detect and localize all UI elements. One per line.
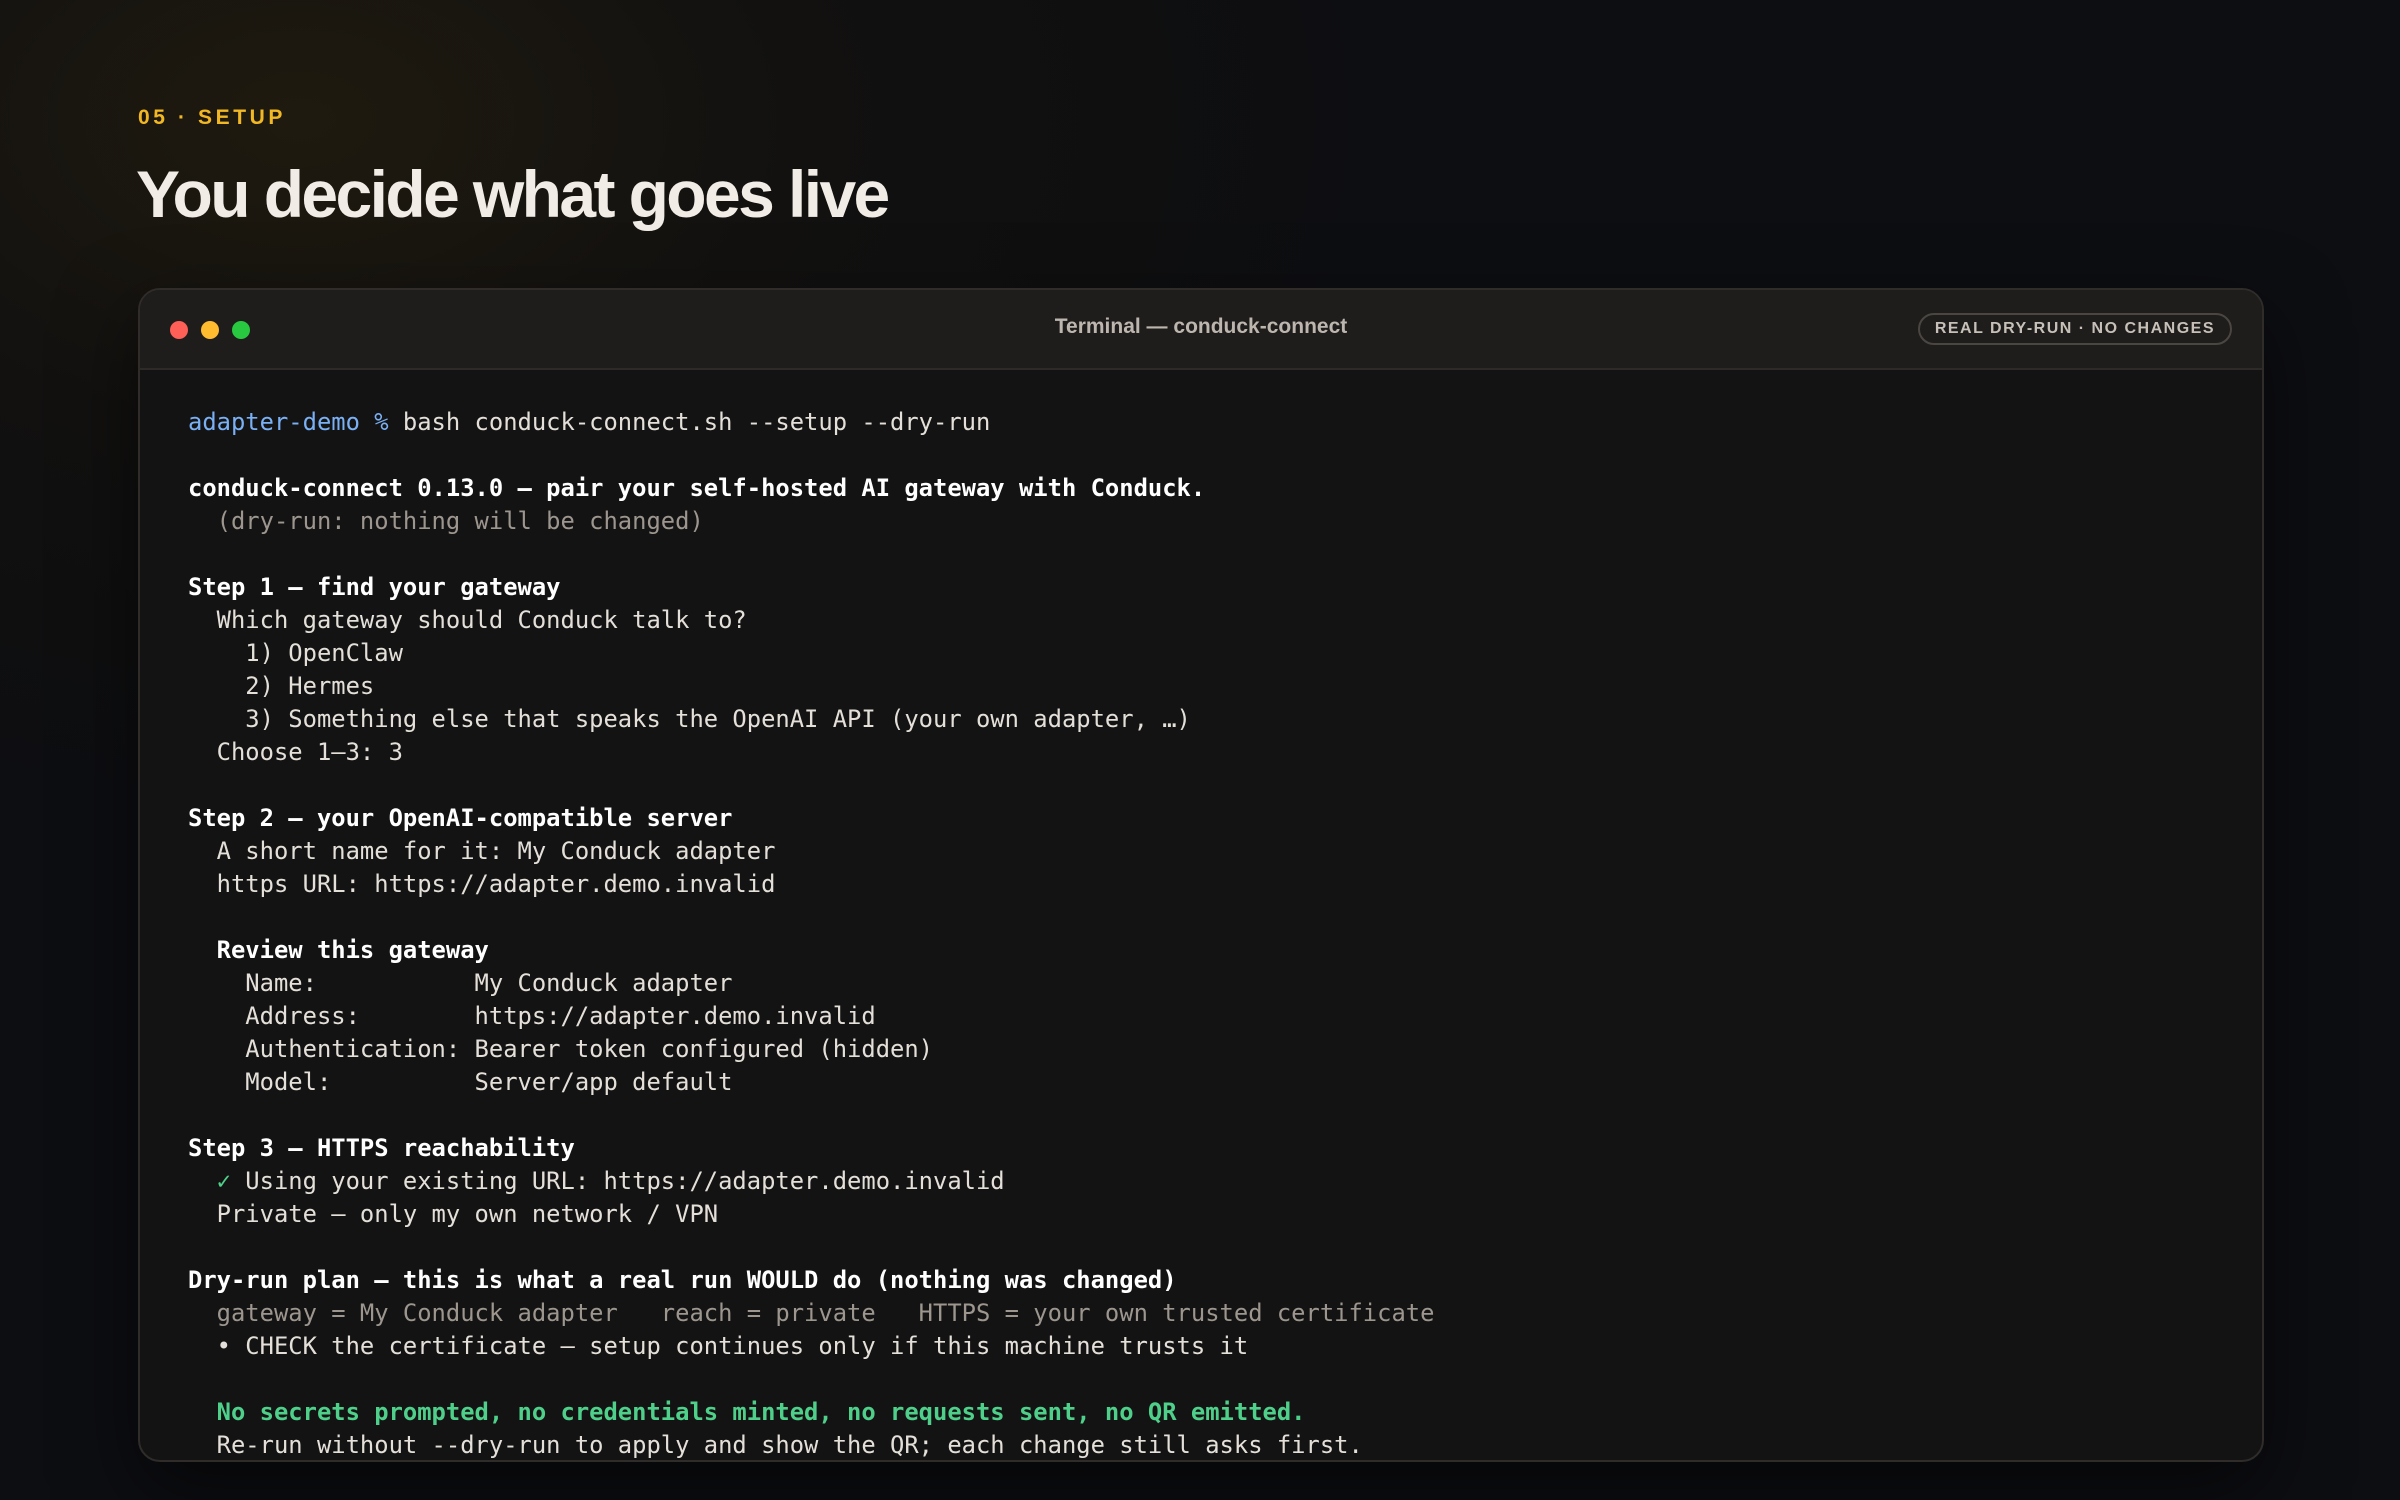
review-row: Model: Server/app default (188, 1068, 733, 1096)
plan-summary: gateway = My Conduck adapter reach = pri… (188, 1299, 1435, 1327)
step1-choice: Choose 1–3: 3 (188, 738, 403, 766)
check-icon: ✓ (216, 1167, 231, 1195)
review-heading: Review this gateway (188, 936, 489, 964)
safety-notice: No secrets prompted, no credentials mint… (188, 1398, 1306, 1426)
review-row: Address: https://adapter.demo.invalid (188, 1002, 876, 1030)
review-row: Name: My Conduck adapter (188, 969, 733, 997)
step1-question: Which gateway should Conduck talk to? (188, 606, 747, 634)
gateway-option: 3) Something else that speaks the OpenAI… (188, 705, 1191, 733)
existing-url-line: ✓ Using your existing URL: https://adapt… (188, 1165, 2214, 1198)
gateway-option: 1) OpenClaw (188, 639, 403, 667)
step2-heading: Step 2 — your OpenAI-compatible server (188, 804, 733, 832)
eyebrow-label: 05 · SETUP (138, 106, 287, 129)
terminal-window: Terminal — conduck-connect REAL DRY-RUN … (138, 288, 2264, 1462)
existing-url-text: Using your existing URL: https://adapter… (230, 1167, 1005, 1195)
step3-heading: Step 3 — HTTPS reachability (188, 1134, 575, 1162)
terminal-output[interactable]: adapter-demo % bash conduck-connect.sh -… (140, 370, 2262, 1460)
plan-heading: Dry-run plan — this is what a real run W… (188, 1266, 1177, 1294)
gateway-option: 2) Hermes (188, 672, 375, 700)
dry-run-badge: REAL DRY-RUN · NO CHANGES (1917, 313, 2232, 345)
review-row: Authentication: Bearer token configured … (188, 1035, 934, 1063)
server-name-line: A short name for it: My Conduck adapter (188, 837, 776, 865)
dryrun-note: (dry-run: nothing will be changed) (188, 507, 704, 535)
private-reach-line: Private — only my own network / VPN (188, 1200, 719, 1228)
plan-bullet: • CHECK the certificate — setup continue… (188, 1332, 1249, 1360)
prompt-host: adapter-demo % (188, 408, 389, 436)
step1-heading: Step 1 — find your gateway (188, 573, 561, 601)
page-title: You decide what goes live (136, 157, 890, 231)
tool-header: conduck-connect 0.13.0 — pair your self-… (188, 474, 1206, 502)
server-url-line: https URL: https://adapter.demo.invalid (188, 870, 776, 898)
command-prompt-line: adapter-demo % bash conduck-connect.sh -… (188, 406, 2214, 439)
rerun-hint: Re-run without --dry-run to apply and sh… (188, 1431, 1363, 1459)
prompt-command: bash conduck-connect.sh --setup --dry-ru… (388, 408, 991, 436)
window-titlebar: Terminal — conduck-connect REAL DRY-RUN … (140, 290, 2262, 370)
